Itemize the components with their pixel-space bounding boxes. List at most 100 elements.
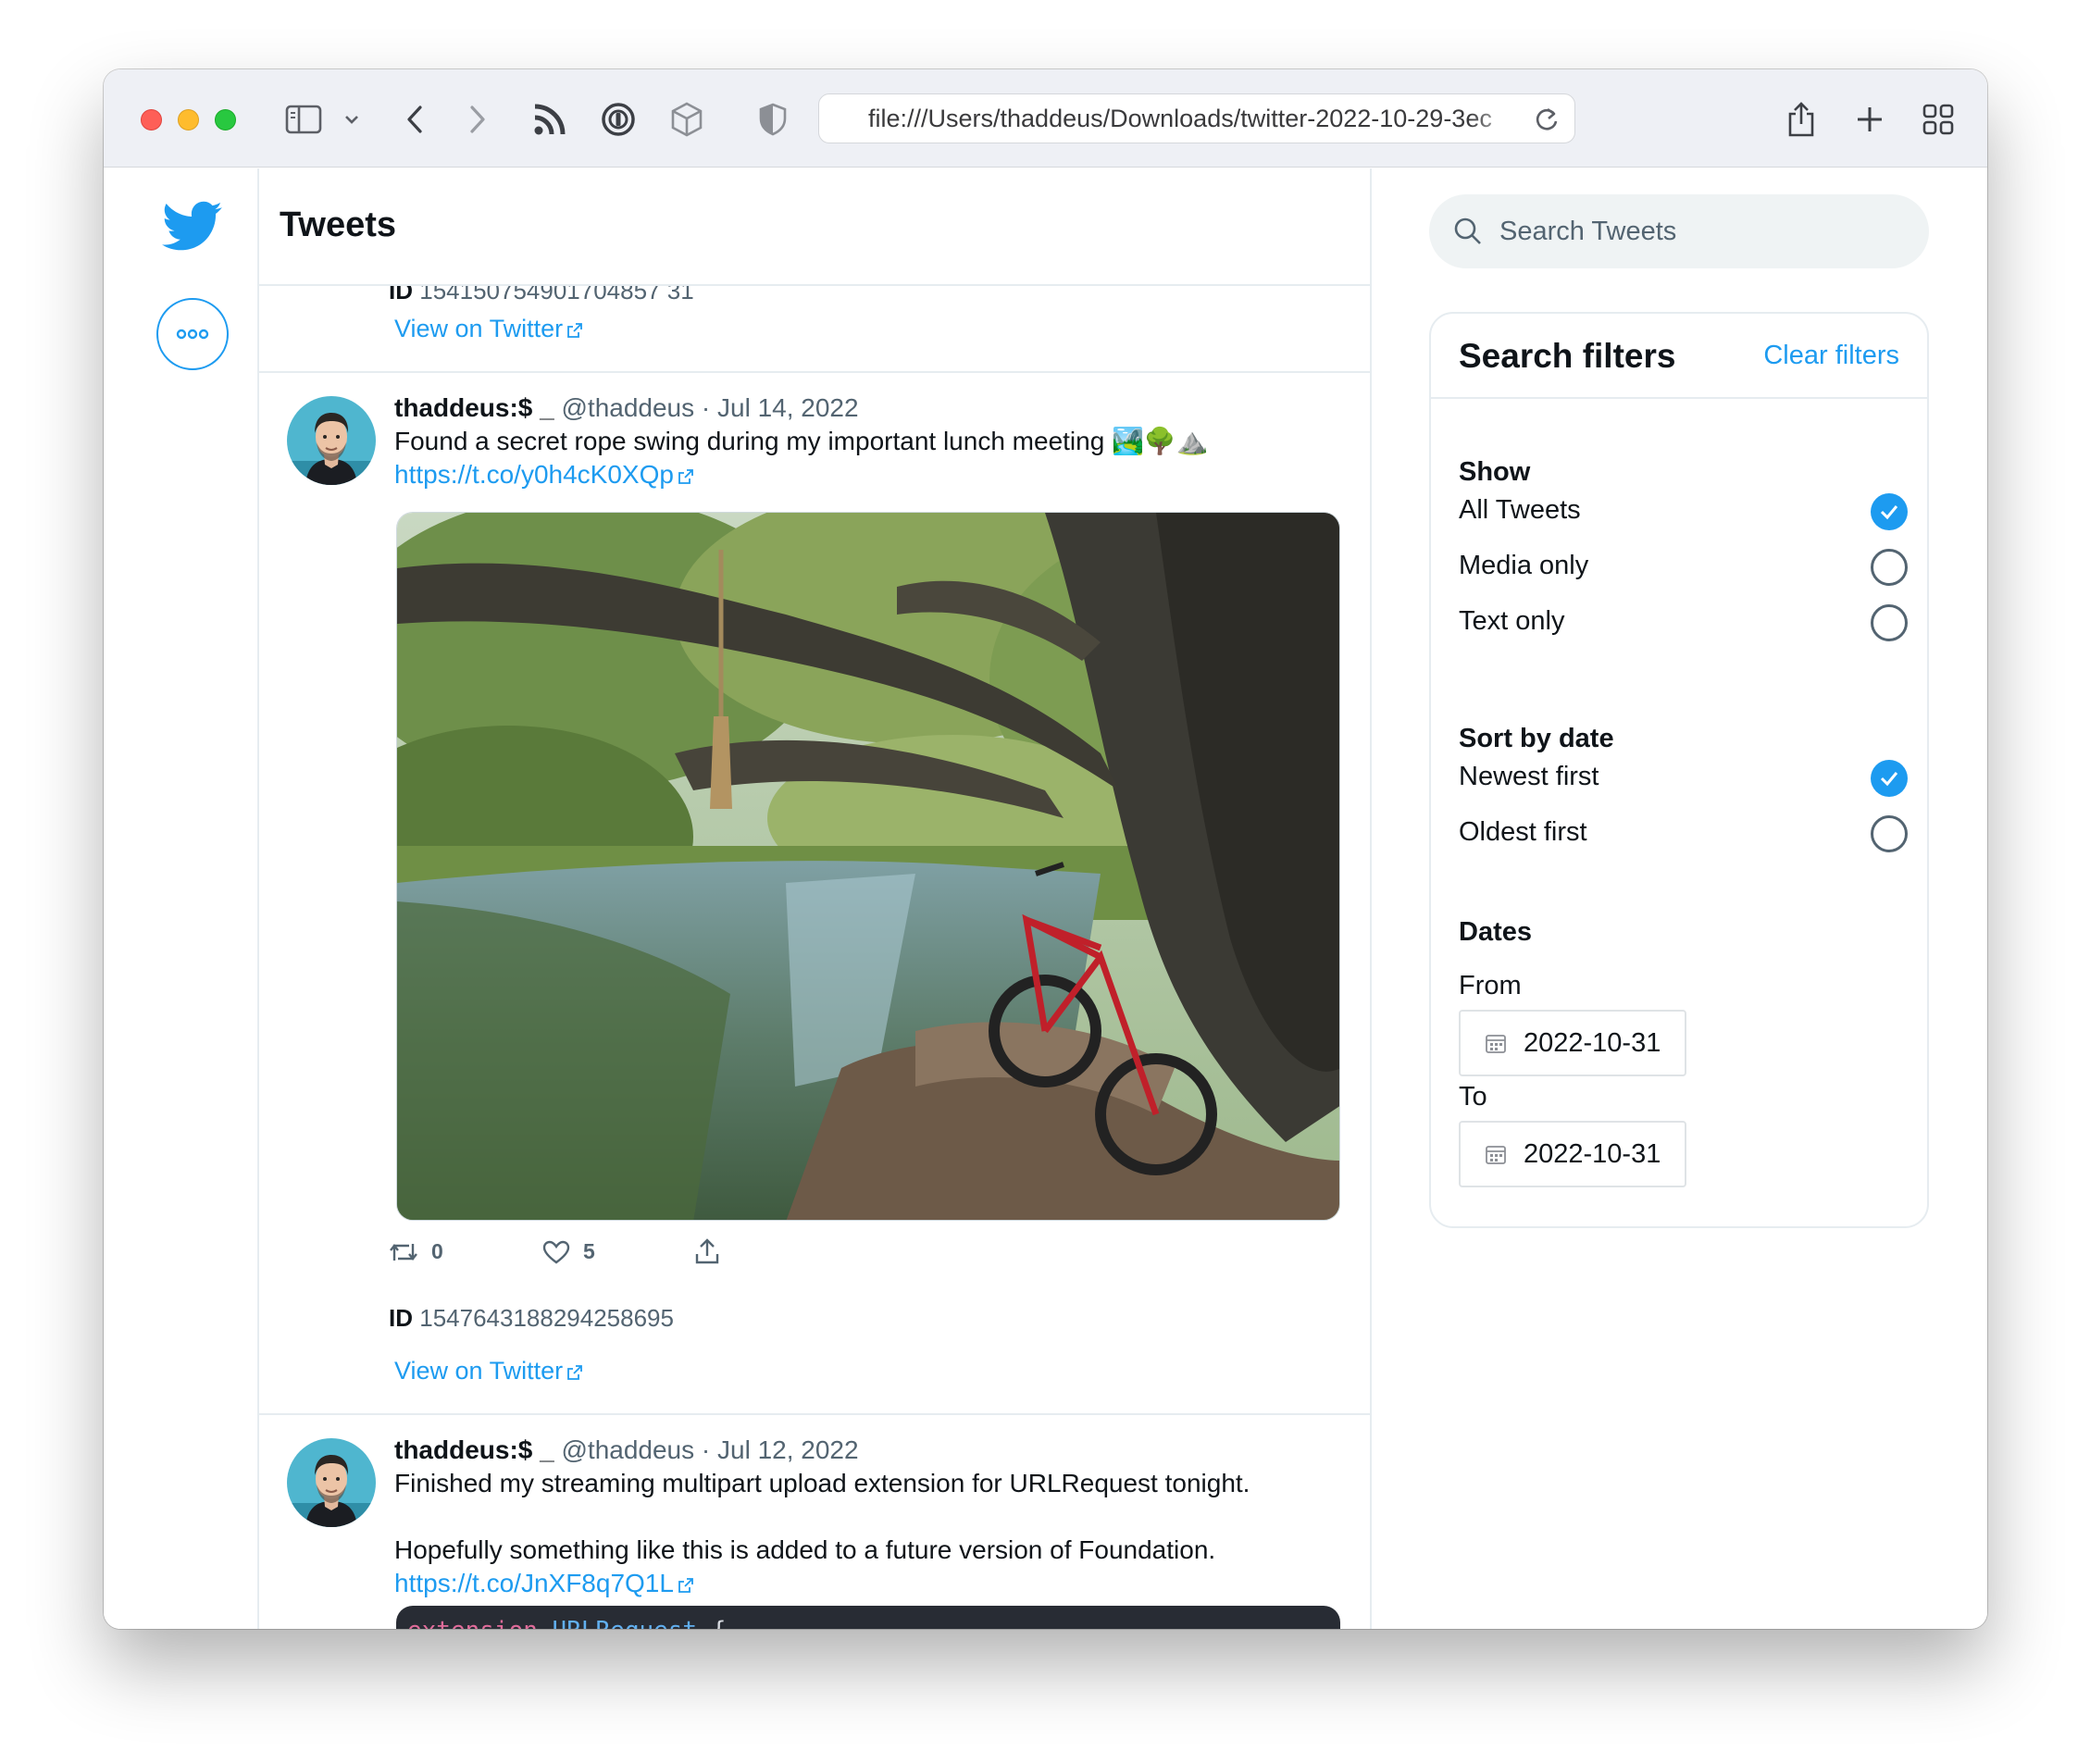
sort-option-newest-first[interactable]: Newest first xyxy=(1459,760,1908,797)
tweet-divider xyxy=(259,371,1370,373)
to-date-input[interactable]: 2022-10-31 xyxy=(1459,1121,1686,1187)
show-heading: Show xyxy=(1459,457,1531,487)
search-filters-panel: Search filters Clear filters Show All Tw… xyxy=(1429,312,1929,1228)
view-on-twitter-link[interactable]: View on Twitter xyxy=(394,315,583,343)
tweet-header: thaddeus:$ _ @thaddeus · Jul 12, 2022 xyxy=(394,1435,859,1465)
external-link-icon xyxy=(567,1364,582,1380)
forward-icon[interactable] xyxy=(465,97,491,142)
search-placeholder: Search Tweets xyxy=(1499,216,1677,246)
code-type-name: URLRequest xyxy=(553,1617,698,1629)
filter-option-media-only[interactable]: Media only xyxy=(1459,549,1908,586)
dot-separator: · xyxy=(701,393,711,422)
address-bar-url: file:///Users/thaddeus/Downloads/twitter… xyxy=(868,104,1492,132)
author-handle[interactable]: @thaddeus xyxy=(561,1435,694,1464)
feed-header: Tweets xyxy=(259,168,1370,286)
from-date-input[interactable]: 2022-10-31 xyxy=(1459,1010,1686,1076)
share-icon xyxy=(695,1238,719,1264)
tweet-divider xyxy=(259,1413,1370,1415)
option-label: Text only xyxy=(1459,606,1565,636)
tweet-link[interactable]: https://t.co/JnXF8q7Q1L xyxy=(394,1567,694,1600)
author-name[interactable]: thaddeus:$ _ xyxy=(394,393,554,422)
close-window-button[interactable] xyxy=(141,109,162,130)
code-image[interactable]: extension URLRequest { xyxy=(396,1606,1340,1629)
from-label: From xyxy=(1459,971,1522,1000)
id-label: ID xyxy=(389,1304,413,1332)
dates-heading: Dates xyxy=(1459,917,1532,947)
page-content: Tweets ID 154150754901704857 31 View on … xyxy=(104,168,1987,1629)
page-title: Tweets xyxy=(280,205,397,244)
author-name[interactable]: thaddeus:$ _ xyxy=(394,1435,554,1464)
like-stat[interactable]: 5 xyxy=(542,1239,595,1264)
id-value: 1547643188294258695 xyxy=(419,1304,674,1332)
reload-icon[interactable] xyxy=(1534,106,1560,140)
more-options-button[interactable] xyxy=(156,298,229,370)
twitter-bird-icon[interactable] xyxy=(162,201,223,257)
heart-icon xyxy=(542,1240,570,1263)
sort-option-oldest-first[interactable]: Oldest first xyxy=(1459,815,1908,852)
back-icon[interactable] xyxy=(402,97,428,142)
search-input[interactable]: Search Tweets xyxy=(1429,194,1929,268)
chevron-down-icon[interactable] xyxy=(342,97,361,142)
code-keyword: extension xyxy=(407,1617,538,1629)
share-icon[interactable] xyxy=(1785,97,1818,142)
option-label: Newest first xyxy=(1459,762,1599,791)
clear-filters-link[interactable]: Clear filters xyxy=(1763,341,1899,371)
view-on-twitter-link[interactable]: View on Twitter xyxy=(394,1357,583,1385)
browser-toolbar: file:///Users/thaddeus/Downloads/twitter… xyxy=(104,69,1987,168)
calendar-icon xyxy=(1486,1146,1506,1164)
password-manager-icon[interactable] xyxy=(600,97,637,142)
minimize-window-button[interactable] xyxy=(178,109,199,130)
author-handle[interactable]: @thaddeus xyxy=(561,393,694,422)
privacy-shield-icon[interactable] xyxy=(757,97,789,142)
sort-heading: Sort by date xyxy=(1459,724,1614,753)
radio-icon[interactable] xyxy=(1871,604,1908,641)
tweet-date: Jul 12, 2022 xyxy=(717,1435,859,1464)
sidebar-toggle-icon[interactable] xyxy=(283,97,324,142)
tweet-body: Found a secret rope swing during my impo… xyxy=(394,427,1209,455)
filter-option-text-only[interactable]: Text only xyxy=(1459,604,1908,641)
left-nav xyxy=(104,168,259,1629)
avatar[interactable] xyxy=(287,1438,376,1527)
retweet-count: 0 xyxy=(431,1239,443,1263)
external-link-icon xyxy=(678,468,693,484)
view-on-twitter-label: View on Twitter xyxy=(394,315,564,342)
tweet-id: ID 1547643188294258695 xyxy=(389,1304,674,1333)
share-tweet-button[interactable] xyxy=(694,1237,720,1265)
code-brace: { xyxy=(712,1617,727,1629)
option-label: Media only xyxy=(1459,551,1589,580)
option-label: All Tweets xyxy=(1459,495,1581,525)
tab-overview-icon[interactable] xyxy=(1922,97,1955,142)
view-on-twitter-label: View on Twitter xyxy=(394,1357,564,1385)
zoom-window-button[interactable] xyxy=(215,109,236,130)
radio-icon[interactable] xyxy=(1871,549,1908,586)
external-link-icon xyxy=(567,322,582,338)
retweet-icon xyxy=(390,1243,417,1261)
avatar[interactable] xyxy=(287,396,376,485)
radio-icon[interactable] xyxy=(1871,815,1908,852)
checked-radio-icon[interactable] xyxy=(1871,760,1908,797)
browser-window: file:///Users/thaddeus/Downloads/twitter… xyxy=(104,69,1987,1629)
retweet-stat[interactable]: 0 xyxy=(389,1239,443,1264)
tweet-date: Jul 14, 2022 xyxy=(717,393,859,422)
to-date-value: 2022-10-31 xyxy=(1524,1138,1661,1169)
calendar-icon xyxy=(1486,1035,1506,1053)
from-date-value: 2022-10-31 xyxy=(1524,1027,1661,1058)
tweet-link-url: https://t.co/JnXF8q7Q1L xyxy=(394,1569,674,1597)
filter-option-all-tweets[interactable]: All Tweets xyxy=(1459,493,1908,530)
to-label: To xyxy=(1459,1082,1487,1112)
new-tab-icon[interactable] xyxy=(1853,97,1886,142)
like-count: 5 xyxy=(583,1239,595,1263)
tweet-body-line-1: Finished my streaming multipart upload e… xyxy=(394,1469,1250,1497)
filters-header: Search filters Clear filters xyxy=(1431,314,1927,399)
search-icon xyxy=(1454,217,1481,244)
extension-cube-icon[interactable] xyxy=(668,97,705,142)
tweet-header: thaddeus:$ _ @thaddeus · Jul 14, 2022 xyxy=(394,393,859,423)
option-label: Oldest first xyxy=(1459,817,1587,847)
address-bar[interactable]: file:///Users/thaddeus/Downloads/twitter… xyxy=(818,93,1575,143)
more-dots-icon xyxy=(176,329,209,340)
tweet-photo[interactable] xyxy=(396,512,1340,1221)
tweet-link[interactable]: https://t.co/y0h4cK0XQp xyxy=(394,458,694,491)
checked-radio-icon[interactable] xyxy=(1871,493,1908,530)
rss-icon[interactable] xyxy=(531,97,568,142)
dot-separator: · xyxy=(701,1435,711,1464)
